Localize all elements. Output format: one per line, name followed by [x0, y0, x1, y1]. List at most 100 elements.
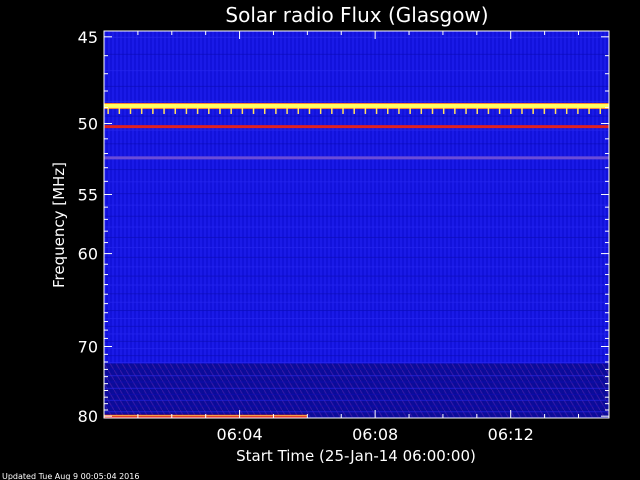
background-band	[104, 101, 609, 103]
interference-tick	[275, 107, 277, 114]
interference-tick	[208, 107, 210, 114]
background-band	[104, 143, 609, 145]
interference-tick	[577, 107, 579, 114]
background-band	[104, 375, 609, 377]
y-tick-label: 80	[78, 407, 98, 426]
interference-tick	[230, 107, 232, 114]
feature-band	[104, 125, 609, 129]
interference-tick	[554, 107, 557, 114]
interference-tick	[588, 107, 590, 114]
interference-tick	[532, 107, 534, 114]
background-band	[104, 325, 609, 327]
x-tick-label: 06:12	[488, 425, 534, 444]
background-band	[104, 348, 609, 350]
interference-tick	[263, 107, 266, 114]
x-axis-label: Start Time (25-Jan-14 06:00:00)	[236, 447, 476, 465]
background-band	[104, 247, 609, 249]
interference-tick	[454, 107, 456, 114]
interference-tick	[152, 107, 154, 114]
background-band	[104, 115, 609, 117]
y-tick-label: 60	[78, 245, 98, 264]
y-tick-label: 50	[78, 115, 98, 134]
interference-tick	[510, 107, 512, 114]
interference-tick	[342, 107, 344, 114]
background-band	[104, 393, 609, 395]
y-axis-label: Frequency [MHz]	[50, 162, 68, 288]
background-band	[104, 204, 609, 206]
background-band	[104, 340, 609, 342]
interference-tick	[521, 107, 523, 114]
interference-tick	[543, 107, 546, 114]
interference-tick	[431, 107, 434, 114]
background-band	[104, 169, 609, 171]
spectrogram-chart: Solar radio Flux (Glasgow) Frequency [MH…	[2, 3, 610, 480]
background-band	[104, 266, 609, 268]
x-tick-label: 06:08	[352, 425, 398, 444]
background-band	[104, 70, 609, 72]
y-tick-label: 55	[78, 185, 98, 204]
interference-tick	[297, 107, 300, 114]
background-band	[104, 181, 609, 183]
interference-tick	[163, 107, 165, 114]
interference-tick	[409, 107, 411, 114]
background-band	[104, 368, 609, 370]
interference-tick	[241, 107, 244, 114]
interference-tick	[476, 107, 478, 114]
interference-tick	[442, 107, 445, 114]
interference-tick	[420, 107, 423, 114]
lower-band-texture	[104, 363, 609, 418]
x-tick-label: 06:04	[217, 425, 263, 444]
background-band	[104, 333, 609, 335]
interference-tick	[375, 107, 378, 114]
interference-tick	[185, 107, 188, 114]
interference-tick	[599, 107, 602, 114]
interference-tick	[174, 107, 176, 114]
background-band	[104, 405, 609, 407]
interference-tick	[398, 107, 400, 114]
updated-timestamp: Updated Tue Aug 9 00:05:04 2016	[2, 472, 139, 480]
interference-tick	[319, 107, 322, 114]
interference-tick	[465, 107, 467, 114]
background-band	[104, 301, 609, 303]
interference-tick	[353, 107, 355, 114]
background-band	[104, 256, 609, 258]
interference-tick	[387, 107, 389, 114]
feature-band	[104, 156, 609, 160]
background-band	[104, 53, 609, 55]
background-band	[104, 36, 609, 38]
spectrogram-stripes	[104, 31, 609, 418]
interference-tick	[364, 107, 367, 114]
background-band	[104, 381, 609, 383]
y-tick-label: 70	[78, 337, 98, 356]
background-band	[104, 318, 609, 320]
background-band	[104, 399, 609, 401]
interference-tick	[487, 107, 490, 114]
background-band	[104, 275, 609, 277]
background-band	[104, 387, 609, 389]
feature-band	[104, 103, 609, 108]
background-band	[104, 215, 609, 217]
interference-tick	[118, 107, 121, 114]
interference-tick	[286, 107, 288, 114]
interference-tick	[565, 107, 568, 114]
plot-area	[103, 30, 610, 419]
background-band	[104, 226, 609, 228]
chart-title: Solar radio Flux (Glasgow)	[225, 3, 488, 27]
interference-tick	[331, 107, 333, 114]
interference-tick	[219, 107, 221, 114]
interference-tick	[498, 107, 501, 114]
background-band	[104, 129, 609, 131]
y-tick-label: 45	[78, 28, 98, 47]
background-band	[104, 361, 609, 363]
background-band	[104, 411, 609, 413]
interference-tick	[107, 107, 109, 114]
interference-tick	[252, 107, 255, 114]
background-band	[104, 310, 609, 312]
background-band	[104, 236, 609, 238]
background-band	[104, 293, 609, 295]
feature-band-glow	[104, 102, 609, 104]
background-band	[104, 193, 609, 195]
interference-tick	[308, 107, 311, 114]
background-band	[104, 355, 609, 357]
interference-tick	[129, 107, 132, 114]
